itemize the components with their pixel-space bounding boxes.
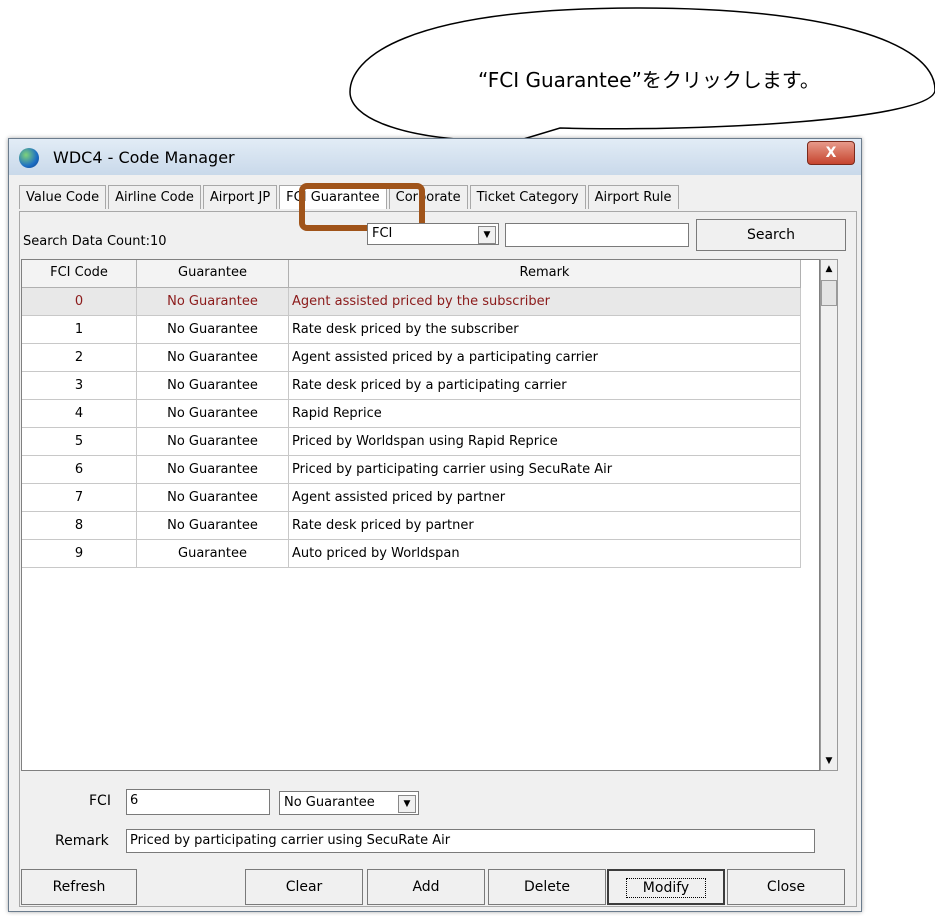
cell-code: 9 xyxy=(22,540,137,567)
cell-remark: Rate desk priced by a participating carr… xyxy=(289,372,801,399)
cell-guarantee: No Guarantee xyxy=(137,316,289,343)
cell-code: 7 xyxy=(22,484,137,511)
callout-text: “FCI Guarantee”をクリックします。 xyxy=(478,68,820,92)
close-button[interactable]: Close xyxy=(727,869,845,905)
remark-field[interactable]: Priced by participating carrier using Se… xyxy=(126,829,815,853)
table-row[interactable]: 9 Guarantee Auto priced by Worldspan xyxy=(22,540,801,568)
search-count-label: Search Data Count:10 xyxy=(23,234,167,249)
add-button[interactable]: Add xyxy=(367,869,485,905)
cell-remark: Agent assisted priced by partner xyxy=(289,484,801,511)
modify-button-label: Modify xyxy=(625,878,707,898)
tab-airport-rule[interactable]: Airport Rule xyxy=(587,185,679,209)
tab-ticket-category[interactable]: Ticket Category xyxy=(469,185,586,209)
cell-guarantee: No Guarantee xyxy=(137,288,289,315)
refresh-button[interactable]: Refresh xyxy=(21,869,137,905)
cell-guarantee: Guarantee xyxy=(137,540,289,567)
column-header-guarantee[interactable]: Guarantee xyxy=(137,260,289,287)
cell-guarantee: No Guarantee xyxy=(137,428,289,455)
cell-code: 0 xyxy=(22,288,137,315)
tab-value-code[interactable]: Value Code xyxy=(19,185,107,209)
window-close-button[interactable]: X xyxy=(807,141,855,165)
column-header-remark[interactable]: Remark xyxy=(289,260,801,287)
table-row[interactable]: 7 No Guarantee Agent assisted priced by pa… xyxy=(22,484,801,512)
cell-remark: Priced by participating carrier using Se… xyxy=(289,456,801,483)
cell-code: 6 xyxy=(22,456,137,483)
cell-remark: Rapid Reprice xyxy=(289,400,801,427)
search-field-select[interactable]: FCI ▼ xyxy=(367,223,499,245)
column-header-fci-code[interactable]: FCI Code xyxy=(22,260,137,287)
cell-remark: Agent assisted priced by the subscriber xyxy=(289,288,801,315)
clear-button[interactable]: Clear xyxy=(245,869,363,905)
cell-guarantee: No Guarantee xyxy=(137,456,289,483)
search-field-value: FCI xyxy=(372,226,393,241)
fci-grid: FCI Code Guarantee Remark 0 No Guarantee A… xyxy=(21,259,820,771)
table-row[interactable]: 0 No Guarantee Agent assisted priced by th… xyxy=(22,288,801,316)
table-row[interactable]: 5 No Guarantee Priced by Worldspan using R… xyxy=(22,428,801,456)
cell-guarantee: No Guarantee xyxy=(137,484,289,511)
window-title: WDC4 - Code Manager xyxy=(53,148,235,167)
cell-code: 5 xyxy=(22,428,137,455)
table-row[interactable]: 1 No Guarantee Rate desk priced by the sub… xyxy=(22,316,801,344)
code-manager-window: WDC4 - Code Manager X Value Code Airline… xyxy=(8,138,862,912)
globe-icon xyxy=(19,148,39,168)
fci-label: FCI xyxy=(89,793,111,809)
table-row[interactable]: 4 No Guarantee Rapid Reprice xyxy=(22,400,801,428)
cell-remark: Rate desk priced by the subscriber xyxy=(289,316,801,343)
tab-airline-code[interactable]: Airline Code xyxy=(108,185,201,209)
cell-guarantee: No Guarantee xyxy=(137,344,289,371)
cell-code: 8 xyxy=(22,512,137,539)
table-row[interactable]: 3 No Guarantee Rate desk priced by a parti… xyxy=(22,372,801,400)
cell-code: 4 xyxy=(22,400,137,427)
chevron-down-icon[interactable]: ▼ xyxy=(478,226,496,244)
cell-code: 3 xyxy=(22,372,137,399)
grid-scrollbar[interactable]: ▲ ▼ xyxy=(820,259,838,771)
grid-header: FCI Code Guarantee Remark xyxy=(22,260,801,288)
scroll-up-icon[interactable]: ▲ xyxy=(821,260,837,278)
remark-label: Remark xyxy=(55,833,109,849)
modify-button[interactable]: Modify xyxy=(607,869,725,905)
cell-remark: Rate desk priced by partner xyxy=(289,512,801,539)
chevron-down-icon[interactable]: ▼ xyxy=(398,795,416,813)
cell-code: 1 xyxy=(22,316,137,343)
table-row[interactable]: 8 No Guarantee Rate desk priced by partner xyxy=(22,512,801,540)
cell-guarantee: No Guarantee xyxy=(137,400,289,427)
table-row[interactable]: 6 No Guarantee Priced by participating car… xyxy=(22,456,801,484)
guarantee-select-value: No Guarantee xyxy=(284,795,375,810)
guarantee-select[interactable]: No Guarantee ▼ xyxy=(279,791,419,815)
table-row[interactable]: 2 No Guarantee Agent assisted priced by a … xyxy=(22,344,801,372)
tab-airport-jp[interactable]: Airport JP xyxy=(202,185,278,209)
search-input[interactable] xyxy=(505,223,689,247)
fci-field[interactable]: 6 xyxy=(126,789,270,815)
cell-remark: Priced by Worldspan using Rapid Reprice xyxy=(289,428,801,455)
cell-remark: Auto priced by Worldspan xyxy=(289,540,801,567)
search-button[interactable]: Search xyxy=(696,219,846,251)
cell-guarantee: No Guarantee xyxy=(137,372,289,399)
cell-remark: Agent assisted priced by a participating… xyxy=(289,344,801,371)
title-bar: WDC4 - Code Manager X xyxy=(9,139,861,175)
cell-guarantee: No Guarantee xyxy=(137,512,289,539)
grid-rows: 0 No Guarantee Agent assisted priced by th… xyxy=(22,288,801,568)
delete-button[interactable]: Delete xyxy=(488,869,606,905)
scroll-down-icon[interactable]: ▼ xyxy=(821,752,837,770)
scroll-thumb[interactable] xyxy=(821,280,837,306)
cell-code: 2 xyxy=(22,344,137,371)
